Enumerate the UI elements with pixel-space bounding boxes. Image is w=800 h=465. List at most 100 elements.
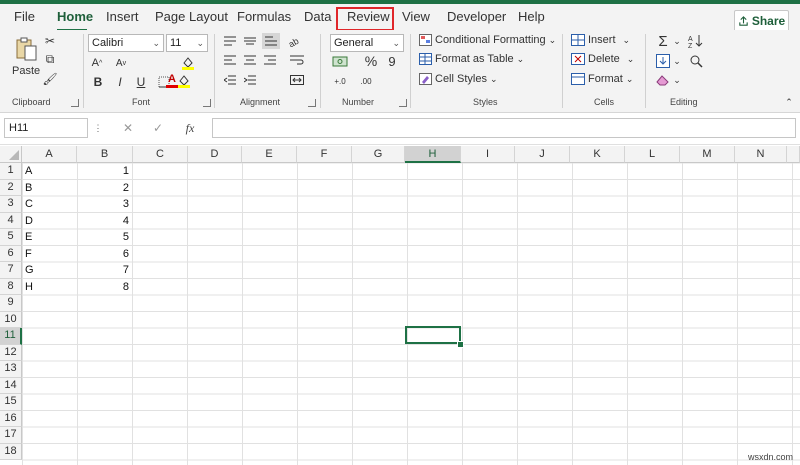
- cell-b3[interactable]: 3: [77, 196, 129, 212]
- row-header-16[interactable]: 16: [0, 410, 22, 427]
- cell-a2[interactable]: B: [25, 180, 32, 196]
- italic-button[interactable]: I: [112, 74, 128, 90]
- cancel-icon[interactable]: ✕: [120, 121, 136, 135]
- row-header-8[interactable]: 8: [0, 278, 22, 295]
- format-painter-icon[interactable]: 🖌: [42, 72, 58, 86]
- align-top-icon[interactable]: [222, 34, 238, 48]
- copy-icon[interactable]: ⧉: [42, 52, 58, 66]
- collapse-ribbon-icon[interactable]: ⌃: [783, 97, 795, 107]
- format-as-table-button[interactable]: Format as Table ⌄: [419, 53, 524, 65]
- font-launcher-icon[interactable]: [203, 99, 211, 107]
- tab-data[interactable]: Data: [304, 9, 331, 24]
- cell-a5[interactable]: E: [25, 229, 32, 245]
- tab-file[interactable]: File: [14, 9, 35, 24]
- cell-area[interactable]: A B C D E F G H 1 2 3 4 5 6 7 8: [22, 163, 800, 465]
- row-header-10[interactable]: 10: [0, 311, 22, 328]
- decrease-decimal-icon[interactable]: .00: [356, 73, 376, 89]
- insert-function-icon[interactable]: fx: [180, 121, 200, 135]
- clear-icon[interactable]: [654, 72, 672, 88]
- cell-a8[interactable]: H: [25, 279, 33, 295]
- row-header-1[interactable]: 1: [0, 163, 22, 180]
- row-header-4[interactable]: 4: [0, 212, 22, 229]
- row-header-11[interactable]: 11: [0, 328, 22, 345]
- name-box[interactable]: H11: [4, 118, 88, 138]
- row-header-15[interactable]: 15: [0, 394, 22, 411]
- formula-input[interactable]: [212, 118, 796, 138]
- align-middle-icon[interactable]: [242, 34, 258, 48]
- column-header-partial[interactable]: [787, 146, 800, 163]
- select-all-corner[interactable]: [0, 146, 22, 163]
- clipboard-launcher-icon[interactable]: [71, 99, 79, 107]
- fill-handle[interactable]: [457, 341, 464, 348]
- row-header-13[interactable]: 13: [0, 361, 22, 378]
- cell-b2[interactable]: 2: [77, 180, 129, 196]
- cell-a7[interactable]: G: [25, 262, 34, 278]
- delete-cells-button[interactable]: Delete ⌄: [571, 53, 634, 65]
- column-header-c[interactable]: C: [133, 146, 188, 163]
- cell-b7[interactable]: 7: [77, 262, 129, 278]
- row-header-3[interactable]: 3: [0, 196, 22, 213]
- row-header-7[interactable]: 7: [0, 262, 22, 279]
- tab-home[interactable]: Home: [57, 9, 93, 24]
- tab-help[interactable]: Help: [518, 9, 545, 24]
- align-left-icon[interactable]: [222, 53, 238, 67]
- tab-page-layout[interactable]: Page Layout: [155, 9, 228, 24]
- column-header-m[interactable]: M: [680, 146, 735, 163]
- cell-a4[interactable]: D: [25, 213, 33, 229]
- column-header-j[interactable]: J: [515, 146, 570, 163]
- merge-center-icon[interactable]: [286, 73, 308, 87]
- font-name-select[interactable]: Calibri ⌄: [88, 34, 164, 52]
- bold-button[interactable]: B: [90, 74, 106, 90]
- decrease-font-icon[interactable]: Av: [110, 55, 132, 71]
- decrease-indent-icon[interactable]: [222, 73, 238, 87]
- column-header-e[interactable]: E: [242, 146, 297, 163]
- tab-developer[interactable]: Developer: [447, 9, 506, 24]
- column-header-n[interactable]: N: [735, 146, 787, 163]
- cell-a6[interactable]: F: [25, 246, 32, 262]
- column-header-k[interactable]: K: [570, 146, 625, 163]
- row-header-12[interactable]: 12: [0, 344, 22, 361]
- row-header-14[interactable]: 14: [0, 377, 22, 394]
- fill-color-icon[interactable]: [180, 56, 196, 70]
- tab-view[interactable]: View: [402, 9, 430, 24]
- percent-button[interactable]: %: [362, 53, 380, 69]
- cell-b8[interactable]: 8: [77, 279, 129, 295]
- increase-decimal-icon[interactable]: +.0: [330, 73, 350, 89]
- clear-dropdown-icon[interactable]: ⌄: [672, 72, 682, 88]
- format-cells-button[interactable]: Format ⌄: [571, 73, 633, 85]
- column-header-a[interactable]: A: [22, 146, 77, 163]
- fill-icon[interactable]: [654, 53, 672, 69]
- sort-filter-icon[interactable]: AZ: [686, 33, 706, 49]
- tab-formulas[interactable]: Formulas: [237, 9, 291, 24]
- cell-b6[interactable]: 6: [77, 246, 129, 262]
- autosum-dropdown-icon[interactable]: ⌄: [672, 33, 682, 49]
- find-select-icon[interactable]: [686, 53, 706, 69]
- cell-b5[interactable]: 5: [77, 229, 129, 245]
- autosum-icon[interactable]: Σ: [654, 33, 672, 50]
- font-color-icon[interactable]: A: [164, 73, 180, 89]
- share-button[interactable]: Share: [734, 10, 789, 32]
- column-header-l[interactable]: L: [625, 146, 680, 163]
- insert-cells-button[interactable]: Insert ⌄: [571, 34, 630, 46]
- active-cell-selection[interactable]: [405, 326, 461, 344]
- row-header-17[interactable]: 17: [0, 427, 22, 444]
- cell-a1[interactable]: A: [25, 163, 32, 179]
- cell-styles-button[interactable]: Cell Styles ⌄: [419, 73, 498, 85]
- alignment-launcher-icon[interactable]: [308, 99, 316, 107]
- cell-b4[interactable]: 4: [77, 213, 129, 229]
- fill-dropdown-icon[interactable]: ⌄: [672, 53, 682, 69]
- cut-icon[interactable]: ✂: [42, 34, 58, 48]
- align-bottom-icon[interactable]: [262, 33, 280, 49]
- paste-icon[interactable]: [13, 35, 39, 63]
- number-launcher-icon[interactable]: [399, 99, 407, 107]
- conditional-formatting-button[interactable]: Conditional Formatting ⌄: [419, 34, 556, 46]
- align-right-icon[interactable]: [262, 53, 278, 67]
- comma-style-button[interactable]: 9: [383, 53, 401, 69]
- row-header-2[interactable]: 2: [0, 179, 22, 196]
- underline-button[interactable]: U: [133, 74, 149, 90]
- column-header-i[interactable]: I: [461, 146, 515, 163]
- tab-insert[interactable]: Insert: [106, 9, 139, 24]
- number-format-select[interactable]: General ⌄: [330, 34, 404, 52]
- wrap-text-icon[interactable]: [286, 53, 308, 67]
- paste-label[interactable]: Paste: [12, 65, 40, 77]
